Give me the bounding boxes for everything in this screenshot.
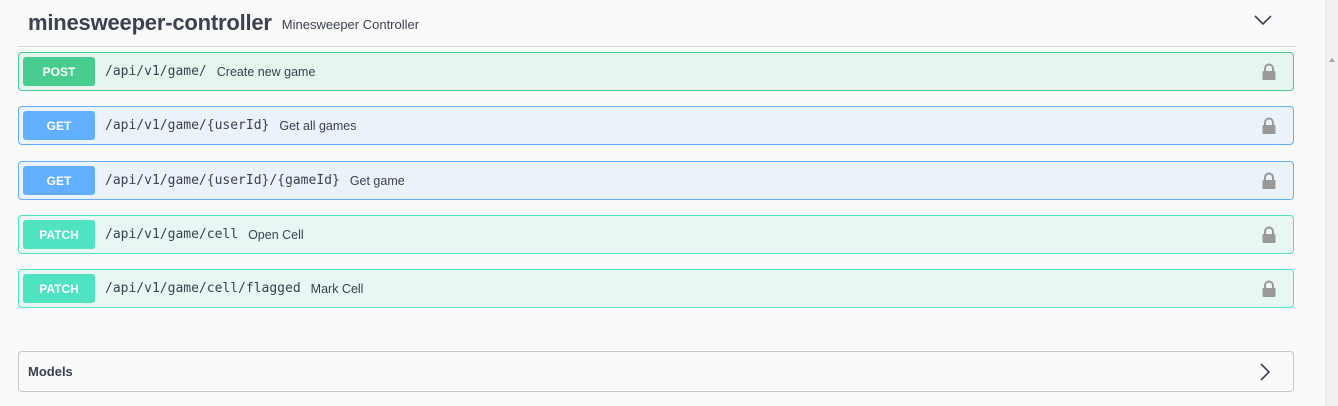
models-title: Models bbox=[28, 364, 73, 379]
operation-patch-open-cell[interactable]: PATCH /api/v1/game/cell Open Cell bbox=[18, 215, 1294, 254]
operation-path: /api/v1/game/cell bbox=[105, 227, 239, 242]
lock-icon[interactable] bbox=[1261, 172, 1277, 190]
vertical-scrollbar[interactable] bbox=[1325, 0, 1338, 406]
operation-get-game[interactable]: GET /api/v1/game/{userId}/{gameId} Get g… bbox=[18, 161, 1294, 200]
method-badge: GET bbox=[23, 166, 95, 195]
chevron-down-icon[interactable] bbox=[1250, 8, 1276, 32]
models-section[interactable]: Models bbox=[18, 351, 1294, 392]
operation-summary: Mark Cell bbox=[310, 281, 364, 296]
tag-section-header[interactable]: minesweeper-controller Minesweeper Contr… bbox=[18, 0, 1296, 47]
lock-icon[interactable] bbox=[1261, 117, 1277, 135]
operation-summary: Get all games bbox=[279, 118, 357, 133]
scroll-up-arrow-icon[interactable] bbox=[1329, 58, 1335, 62]
operation-summary: Get game bbox=[349, 173, 405, 188]
operation-get-all-games[interactable]: GET /api/v1/game/{userId} Get all games bbox=[18, 106, 1294, 145]
operation-summary: Create new game bbox=[216, 64, 316, 79]
lock-icon[interactable] bbox=[1261, 63, 1277, 81]
tag-description: Minesweeper Controller bbox=[281, 16, 420, 32]
operation-summary: Open Cell bbox=[248, 227, 304, 242]
operation-path: /api/v1/game/{userId} bbox=[105, 118, 270, 133]
method-badge: PATCH bbox=[23, 220, 95, 249]
operation-path: /api/v1/game/ bbox=[105, 64, 207, 79]
operation-patch-mark-cell[interactable]: PATCH /api/v1/game/cell/flagged Mark Cel… bbox=[18, 269, 1294, 308]
lock-icon[interactable] bbox=[1261, 226, 1277, 244]
operation-post-game[interactable]: POST /api/v1/game/ Create new game bbox=[18, 52, 1294, 91]
tag-name: minesweeper-controller bbox=[28, 10, 272, 35]
lock-icon[interactable] bbox=[1261, 280, 1277, 298]
operation-path: /api/v1/game/{userId}/{gameId} bbox=[105, 173, 340, 188]
method-badge: PATCH bbox=[23, 274, 95, 303]
swagger-page: minesweeper-controller Minesweeper Contr… bbox=[0, 0, 1338, 406]
chevron-right-icon[interactable] bbox=[1257, 363, 1273, 381]
method-badge: GET bbox=[23, 111, 95, 140]
operation-path: /api/v1/game/cell/flagged bbox=[105, 281, 301, 296]
method-badge: POST bbox=[23, 57, 95, 86]
